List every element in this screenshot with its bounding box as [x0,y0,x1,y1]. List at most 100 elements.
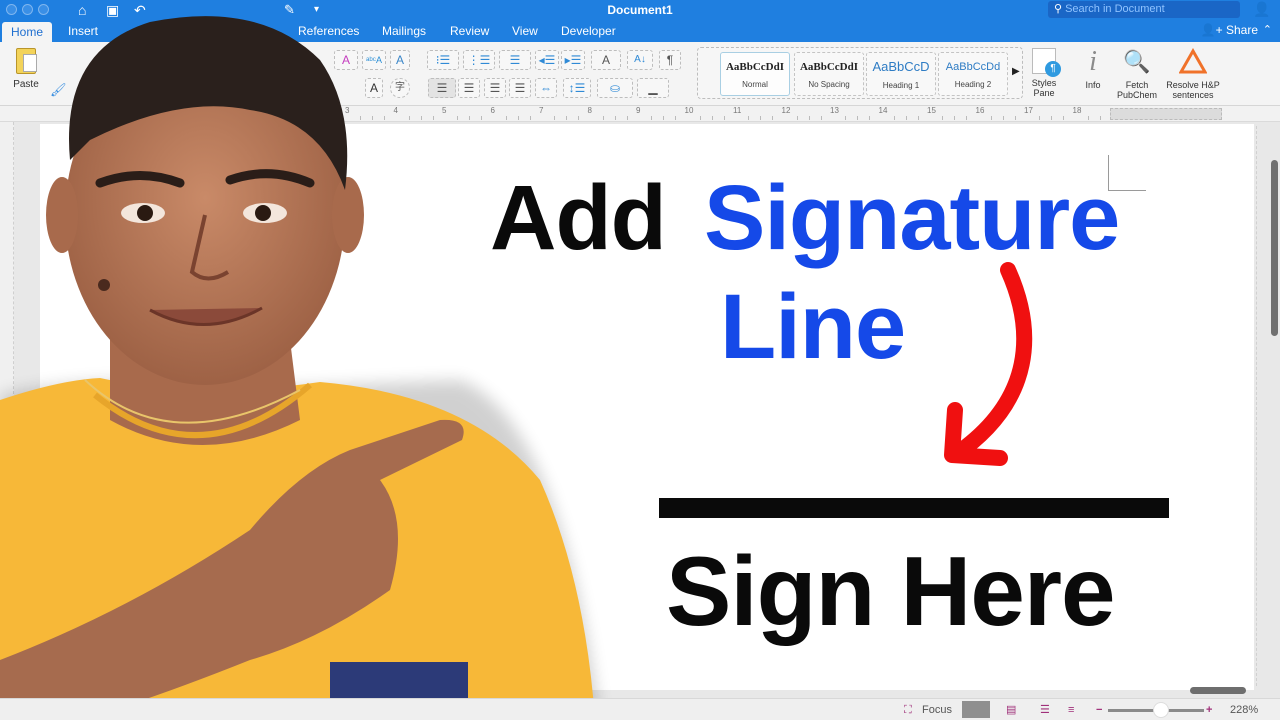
ruler-tick [954,116,956,120]
enclose-characters-icon[interactable]: 字 [390,78,410,98]
ruler-tick [651,116,653,120]
ruler-tick [1014,116,1016,120]
tab-mailings[interactable]: Mailings [382,23,426,40]
zoom-level: 228% [1230,704,1259,716]
gallery-more-icon[interactable]: ▶ [1012,66,1020,77]
sort-icon[interactable]: A↓ [627,50,653,70]
info-button[interactable]: i Info [1078,48,1108,91]
justify-icon[interactable]: ☰ [509,78,531,98]
ruler-tick [820,116,822,120]
focus-button[interactable]: Focus [922,702,952,718]
zoom-in-button[interactable]: + [1206,702,1212,718]
magnifier-icon: ⚲ [1054,3,1063,15]
vertical-ruler[interactable] [0,122,14,698]
ruler-tick [723,116,725,120]
ruler-number: 16 [975,106,985,115]
search-input[interactable]: ⚲ Search in Document [1048,1,1240,18]
font-shading-icon[interactable]: A [365,78,383,98]
decrease-indent-icon[interactable]: ◂☰ [535,50,559,70]
style-name: Normal [742,80,768,89]
text-box-icon[interactable]: A [390,50,410,70]
distributed-icon[interactable]: ⇔ [535,78,557,98]
zoom-out-button[interactable]: − [1096,702,1102,718]
borders-icon[interactable]: ▁ [637,78,669,98]
clear-formatting-icon[interactable]: A [334,50,358,70]
ruler-tick [1039,116,1041,120]
draft-view-icon[interactable]: ≡ [1068,702,1074,718]
signature-caption: Sign Here [666,536,1115,646]
ruler-number: 6 [490,106,495,115]
fetch-pubchem-button[interactable]: 🔍 Fetch PubChem [1114,48,1160,100]
increase-indent-icon[interactable]: ▸☰ [561,50,585,70]
paste-label: Paste [13,79,39,90]
account-icon[interactable]: 👤 [1253,1,1270,18]
style-sample: AaBbCcD [872,59,930,74]
resolve-hp-button[interactable]: Resolve H&P sentences [1162,47,1224,100]
ruler-number: 13 [830,106,839,115]
outline-view-icon[interactable]: ☰ [1040,702,1050,718]
paragraph-shading-icon[interactable]: ⛀ [597,78,633,98]
ruler-tick [1087,116,1089,120]
share-button[interactable]: 👤+ Share [1201,23,1258,37]
right-margin-marker[interactable] [1110,108,1222,120]
show-formatting-marks-icon[interactable]: ¶ [659,50,681,70]
collapse-ribbon-icon[interactable]: ⌃ [1263,23,1272,36]
ruler-number: 3 [345,106,350,115]
tab-home[interactable]: Home [2,22,53,42]
horizontal-scrollbar-thumb[interactable] [1190,687,1246,694]
text-effects-icon[interactable]: ᵃᵇᶜA [362,50,386,70]
bullets-icon[interactable]: ⁝☰ [427,50,459,70]
multilevel-list-icon[interactable]: ☰ [499,50,531,70]
vertical-scrollbar-track[interactable] [1256,126,1266,686]
ruler-tick [457,116,459,120]
styles-gallery: AaBbCcDdI Normal AaBbCcDdI No Spacing Aa… [697,47,1023,99]
ruler-tick [748,116,750,120]
styles-pane-button[interactable]: ¶ Styles Pane [1028,48,1061,98]
ruler-tick [384,116,386,120]
style-heading-1[interactable]: AaBbCcD Heading 1 [866,52,936,96]
globe-search-icon: 🔍 [1123,49,1151,74]
tab-view[interactable]: View [512,23,538,40]
numbering-icon[interactable]: ⋮☰ [463,50,495,70]
print-layout-view-button[interactable] [962,701,990,718]
ruler-tick [566,116,568,120]
ruler-number: 11 [733,106,742,115]
ruler-tick [990,116,992,120]
vertical-scrollbar-thumb[interactable] [1271,160,1278,336]
character-spacing-icon[interactable]: A [591,50,621,70]
horizontal-ruler[interactable]: 3 4 5 6 7 8 9 10 11 12 13 14 15 16 17 18 [0,106,1280,122]
style-no-spacing[interactable]: AaBbCcDdI No Spacing [794,52,864,96]
share-label: Share [1225,23,1258,37]
ruler-number: 4 [393,106,398,115]
ruler-tick [675,116,677,120]
tab-insert[interactable]: Insert [68,23,98,40]
style-sample: AaBbCcDd [945,61,1001,73]
web-layout-view-icon[interactable]: ▤ [1006,702,1016,718]
ruler-number: 10 [684,106,694,115]
resolve-label-2: sentences [1172,90,1214,100]
ruler-tick [857,116,859,120]
tab-references[interactable]: References [298,23,359,40]
ruler-number: 14 [878,106,888,115]
ruler-number: 15 [927,106,936,115]
paste-button[interactable]: Paste [6,48,46,90]
tab-review[interactable]: Review [450,23,489,40]
red-arrow-icon [944,262,1033,466]
style-heading-2[interactable]: AaBbCcDd Heading 2 [938,52,1008,96]
ruler-tick [1002,116,1004,120]
align-right-icon[interactable]: ☰ [484,78,506,98]
format-painter-icon[interactable]: 🖌 [50,82,67,98]
focus-icon[interactable]: ⛶ [904,702,912,718]
ruler-tick [372,116,374,120]
line-spacing-icon[interactable]: ↕☰ [563,78,591,98]
search-placeholder: Search in Document [1065,3,1165,15]
align-left-icon[interactable]: ☰ [428,78,456,98]
ruler-tick [966,116,968,120]
style-name: Heading 2 [954,80,992,89]
zoom-slider-thumb[interactable] [1152,702,1169,718]
status-bar: ⛶ Focus ▤ ☰ ≡ − + 228% [0,698,1280,720]
align-center-icon[interactable]: ☰ [458,78,480,98]
ruler-tick [360,116,362,120]
tab-developer[interactable]: Developer [561,23,616,40]
style-normal[interactable]: AaBbCcDdI Normal [720,52,790,96]
